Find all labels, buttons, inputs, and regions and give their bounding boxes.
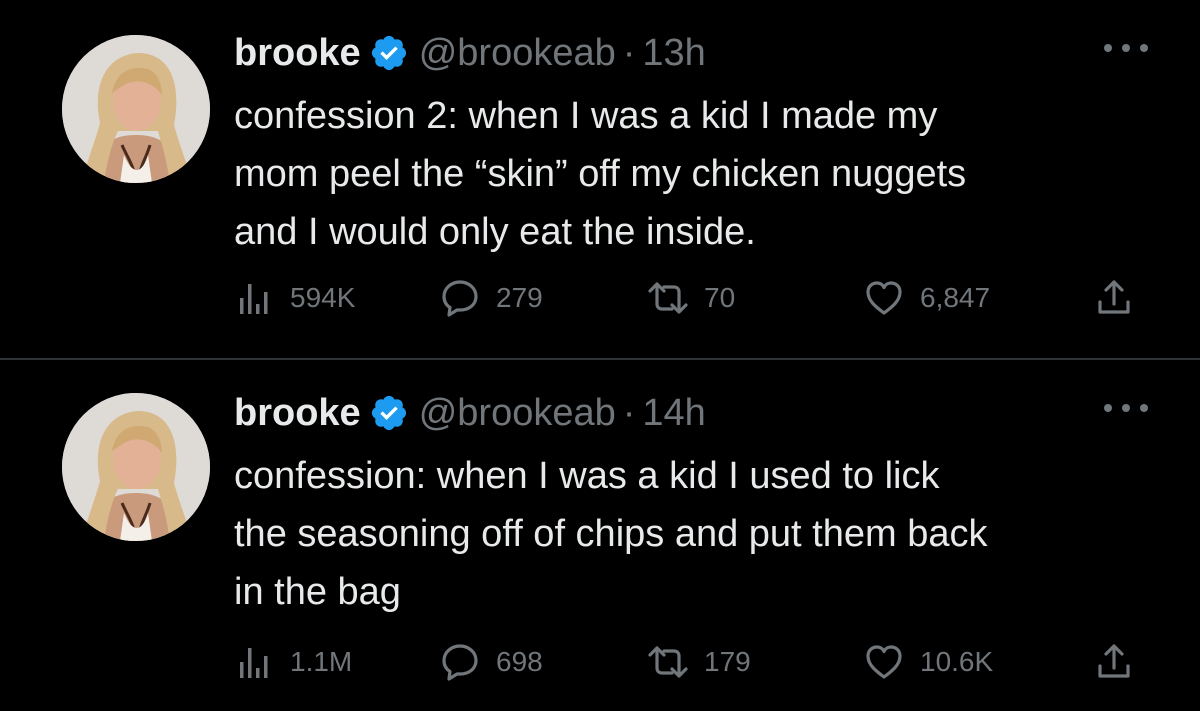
display-name[interactable]: brooke xyxy=(234,392,361,435)
retweet-icon xyxy=(648,642,688,682)
reply-icon xyxy=(440,278,480,318)
timestamp[interactable]: 13h xyxy=(642,32,705,75)
action-bar: 1.1M 698 179 10.6K xyxy=(0,637,1200,687)
share-button[interactable] xyxy=(1094,637,1134,687)
user-handle[interactable]: @brookeab xyxy=(419,32,616,75)
user-handle[interactable]: @brookeab xyxy=(419,392,616,435)
reply-button[interactable]: 698 xyxy=(440,637,543,687)
share-icon xyxy=(1094,642,1134,682)
views-icon xyxy=(234,278,274,318)
like-icon xyxy=(864,278,904,318)
reply-count: 279 xyxy=(496,282,543,313)
tweet-header: brooke @brookeab · 13h xyxy=(234,28,706,78)
display-name[interactable]: brooke xyxy=(234,32,361,75)
retweet-count: 70 xyxy=(704,282,736,313)
retweet-count: 179 xyxy=(704,646,751,677)
views-count: 594K xyxy=(290,282,356,313)
share-button[interactable] xyxy=(1094,273,1134,323)
tweet[interactable]: brooke @brookeab · 13h confession 2: whe… xyxy=(0,0,1200,358)
like-icon xyxy=(864,642,904,682)
retweet-button[interactable]: 179 xyxy=(648,637,751,687)
tweet-text: confession 2: when I was a kid I made my… xyxy=(234,95,967,253)
avatar[interactable] xyxy=(62,35,210,183)
retweet-button[interactable]: 70 xyxy=(648,273,735,323)
tweet-text: confession: when I was a kid I used to l… xyxy=(234,455,988,613)
reply-icon xyxy=(440,642,480,682)
more-icon[interactable] xyxy=(1104,396,1148,420)
separator: · xyxy=(622,391,636,434)
separator: · xyxy=(622,31,636,74)
tweet-header: brooke @brookeab · 14h xyxy=(234,388,706,438)
avatar[interactable] xyxy=(62,393,210,541)
verified-badge-icon xyxy=(369,33,409,73)
views-button[interactable]: 1.1M xyxy=(234,637,352,687)
like-count: 6,847 xyxy=(920,282,991,313)
views-count: 1.1M xyxy=(290,646,353,677)
retweet-icon xyxy=(648,278,688,318)
tweet[interactable]: brooke @brookeab · 14h confession: when … xyxy=(0,360,1200,711)
views-icon xyxy=(234,642,274,682)
reply-count: 698 xyxy=(496,646,543,677)
more-icon[interactable] xyxy=(1104,36,1148,60)
like-count: 10.6K xyxy=(920,646,994,677)
timestamp[interactable]: 14h xyxy=(642,392,705,435)
reply-button[interactable]: 279 xyxy=(440,273,543,323)
share-icon xyxy=(1094,278,1134,318)
views-button[interactable]: 594K xyxy=(234,273,355,323)
verified-badge-icon xyxy=(369,393,409,433)
like-button[interactable]: 10.6K xyxy=(864,637,993,687)
like-button[interactable]: 6,847 xyxy=(864,273,990,323)
action-bar: 594K 279 70 6,847 xyxy=(0,273,1200,323)
